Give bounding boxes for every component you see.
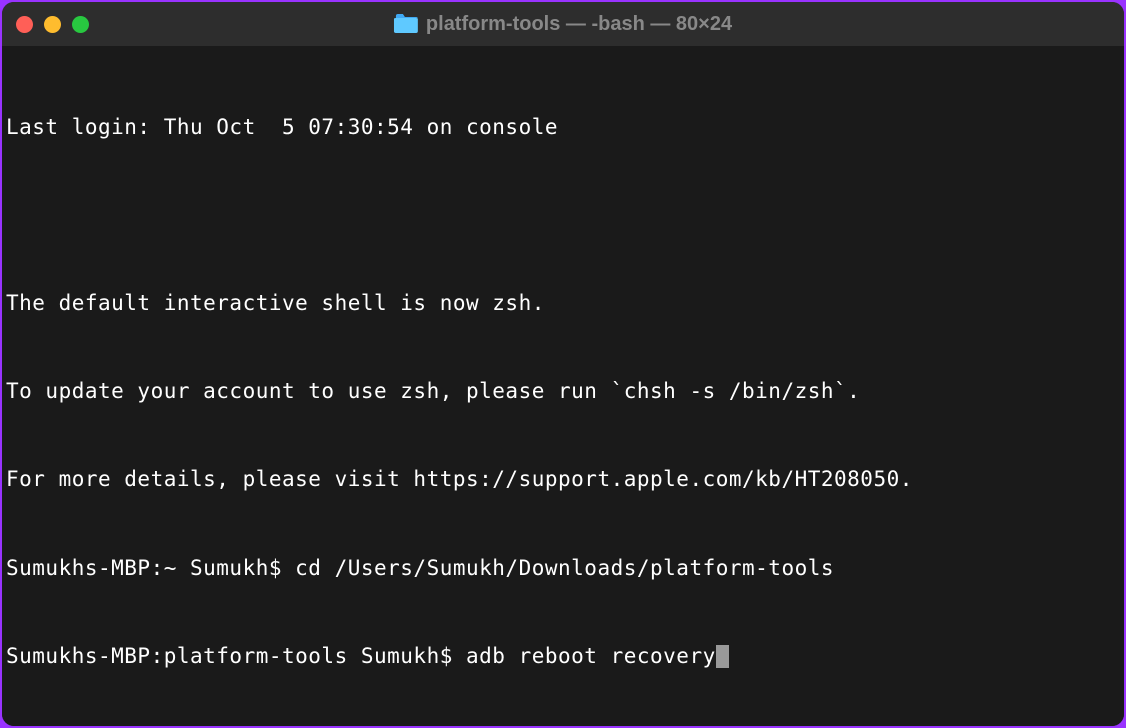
traffic-lights [16, 16, 89, 33]
window-title: platform-tools — -bash — 80×24 [394, 13, 732, 36]
terminal-line: Sumukhs-MBP:~ Sumukh$ cd /Users/Sumukh/D… [6, 554, 1120, 583]
maximize-button[interactable] [72, 16, 89, 33]
folder-icon [394, 14, 418, 34]
terminal-cursor [716, 645, 729, 668]
terminal-window: platform-tools — -bash — 80×24 Last logi… [2, 2, 1124, 726]
terminal-line: For more details, please visit https://s… [6, 465, 1120, 494]
terminal-current-line: Sumukhs-MBP:platform-tools Sumukh$ adb r… [6, 644, 716, 668]
close-button[interactable] [16, 16, 33, 33]
terminal-prompt-line: Sumukhs-MBP:platform-tools Sumukh$ adb r… [6, 642, 1120, 671]
terminal-line: Last login: Thu Oct 5 07:30:54 on consol… [6, 113, 1120, 142]
minimize-button[interactable] [44, 16, 61, 33]
window-title-text: platform-tools — -bash — 80×24 [426, 13, 732, 36]
terminal-line: The default interactive shell is now zsh… [6, 289, 1120, 318]
terminal-content[interactable]: Last login: Thu Oct 5 07:30:54 on consol… [2, 46, 1124, 726]
terminal-line: To update your account to use zsh, pleas… [6, 377, 1120, 406]
terminal-blank-line [6, 201, 1120, 230]
window-titlebar[interactable]: platform-tools — -bash — 80×24 [2, 2, 1124, 46]
